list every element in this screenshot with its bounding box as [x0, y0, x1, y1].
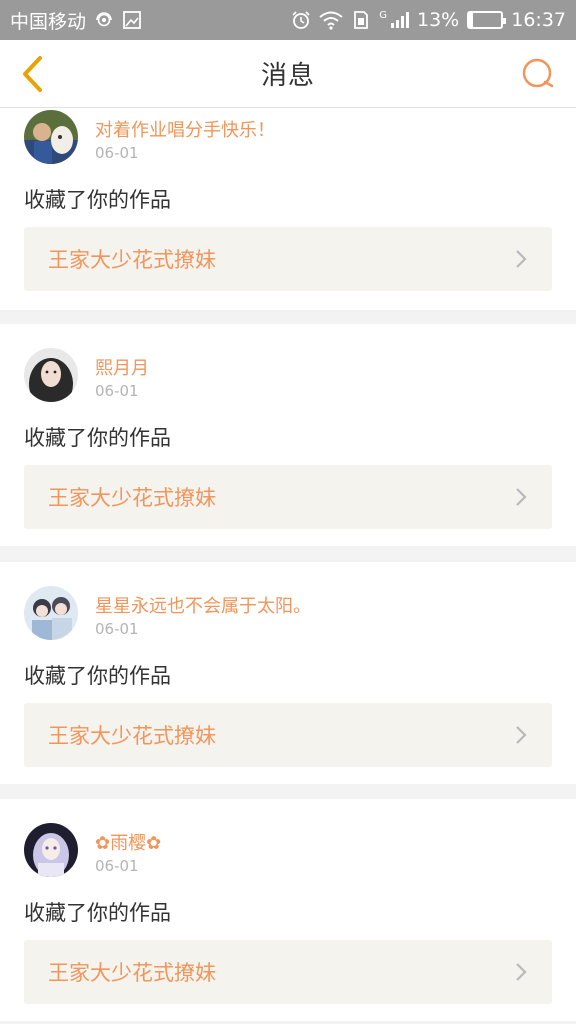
- hotspot-icon: [96, 12, 112, 27]
- username[interactable]: 对着作业唱分手快乐！: [95, 116, 275, 142]
- chevron-right-icon: [516, 488, 527, 506]
- user-avatar-image: [24, 348, 78, 402]
- user-avatar-image: [24, 823, 78, 877]
- back-button[interactable]: [12, 52, 52, 96]
- work-link[interactable]: 王家大少花式撩妹: [24, 465, 552, 529]
- avatar[interactable]: [24, 823, 78, 877]
- username[interactable]: ✿雨樱✿: [95, 829, 161, 855]
- work-title: 王家大少花式撩妹: [48, 248, 216, 272]
- signal-icon: [391, 12, 409, 28]
- timestamp: 06-01: [95, 144, 139, 162]
- avatar[interactable]: [24, 348, 78, 402]
- user-avatar-image: [24, 586, 78, 640]
- alarm-icon: [292, 11, 310, 29]
- work-link[interactable]: 王家大少花式撩妹: [24, 227, 552, 291]
- image-icon: [123, 11, 141, 29]
- timestamp: 06-01: [95, 857, 139, 875]
- message-card: 熙月月 06-01 收藏了你的作品 王家大少花式撩妹: [0, 324, 576, 546]
- back-arrow-icon: [23, 56, 42, 92]
- work-title: 王家大少花式撩妹: [48, 486, 216, 510]
- status-bar: 中国移动 G 13% 16:37: [0, 0, 576, 40]
- battery-level: [469, 13, 474, 27]
- message-list: 对着作业唱分手快乐！ 06-01 收藏了你的作品 王家大少花式撩妹 熙月月 06…: [0, 108, 576, 1024]
- work-link[interactable]: 王家大少花式撩妹: [24, 940, 552, 1004]
- action-text: 收藏了你的作品: [24, 664, 171, 688]
- search-icon[interactable]: [520, 56, 556, 92]
- wifi-icon: [319, 11, 343, 30]
- message-card: ✿雨樱✿ 06-01 收藏了你的作品 王家大少花式撩妹: [0, 799, 576, 1021]
- carrier-name: 中国移动: [10, 10, 87, 33]
- battery-icon: [467, 11, 507, 29]
- avatar[interactable]: [24, 110, 78, 164]
- chevron-right-icon: [516, 726, 527, 744]
- work-title: 王家大少花式撩妹: [48, 961, 216, 985]
- battery-percent: 13%: [417, 9, 460, 31]
- status-bar-right: G 13% 16:37: [291, 9, 566, 31]
- avatar[interactable]: [24, 586, 78, 640]
- navbar: 消息: [0, 40, 576, 108]
- network-type: G: [379, 9, 387, 21]
- timestamp: 06-01: [95, 620, 139, 638]
- message-card: 对着作业唱分手快乐！ 06-01 收藏了你的作品 王家大少花式撩妹: [0, 108, 576, 310]
- work-link[interactable]: 王家大少花式撩妹: [24, 703, 552, 767]
- sim-card-icon: [354, 11, 369, 29]
- chevron-right-icon: [516, 963, 527, 981]
- clock: 16:37: [511, 9, 566, 31]
- action-text: 收藏了你的作品: [24, 426, 171, 450]
- action-text: 收藏了你的作品: [24, 901, 171, 925]
- chevron-right-icon: [516, 250, 527, 268]
- username[interactable]: 星星永远也不会属于太阳。: [95, 592, 311, 618]
- timestamp: 06-01: [95, 382, 139, 400]
- username[interactable]: 熙月月: [95, 354, 149, 380]
- user-avatar-image: [24, 110, 78, 164]
- status-bar-left: 中国移动: [10, 7, 142, 34]
- page-title: 消息: [260, 61, 315, 91]
- message-card: 星星永远也不会属于太阳。 06-01 收藏了你的作品 王家大少花式撩妹: [0, 562, 576, 784]
- work-title: 王家大少花式撩妹: [48, 724, 216, 748]
- action-text: 收藏了你的作品: [24, 188, 171, 212]
